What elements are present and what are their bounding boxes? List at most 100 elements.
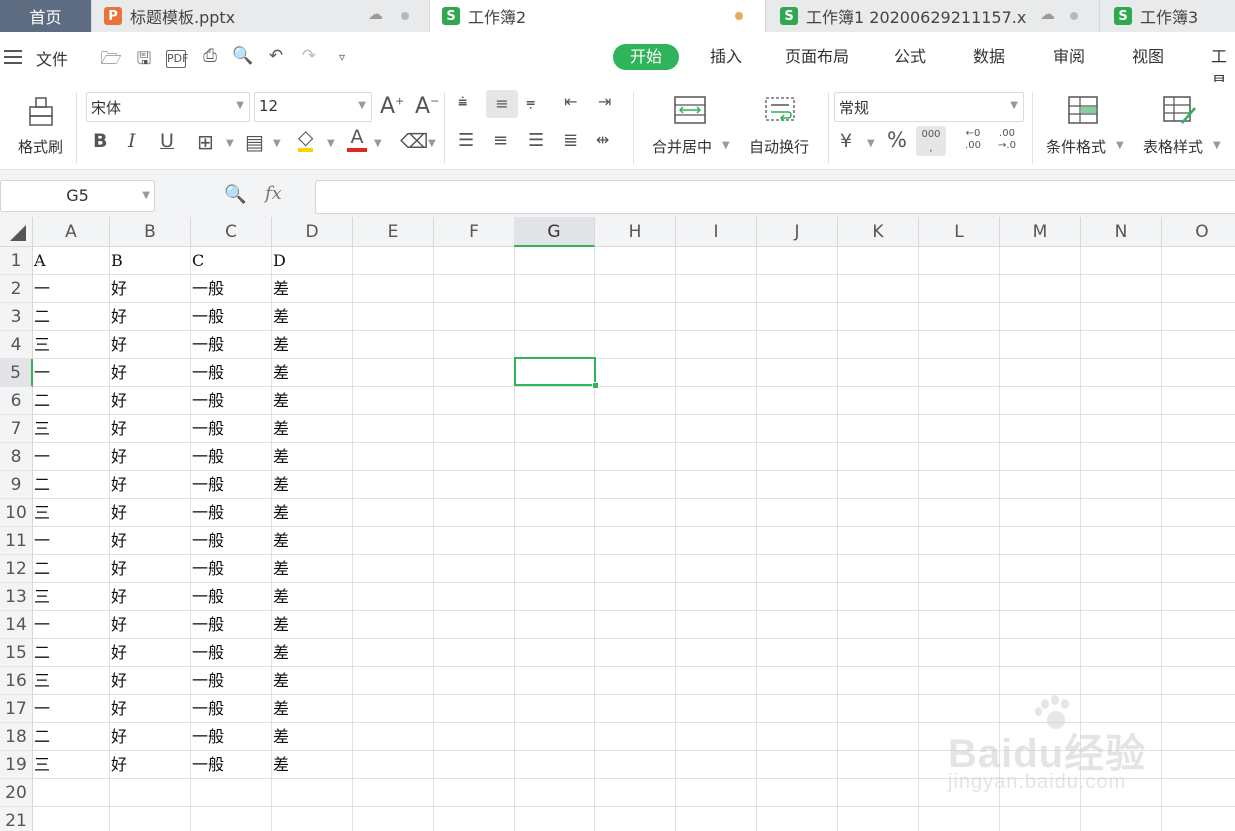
row-header-13[interactable]: 13 <box>0 583 33 611</box>
cell-d8[interactable]: 差 <box>272 443 353 471</box>
grow-font-icon[interactable]: A+ <box>380 94 404 119</box>
active-cell-selection[interactable] <box>514 357 599 389</box>
cell-a17[interactable]: 一 <box>33 695 110 723</box>
cell-m14[interactable] <box>1000 611 1081 639</box>
cell-m10[interactable] <box>1000 499 1081 527</box>
cell-n11[interactable] <box>1081 527 1162 555</box>
cell-h15[interactable] <box>595 639 676 667</box>
column-header-d[interactable]: D <box>272 217 353 247</box>
cell-a7[interactable]: 三 <box>33 415 110 443</box>
align-left-icon[interactable]: ☰ <box>458 130 474 151</box>
row-header-16[interactable]: 16 <box>0 667 33 695</box>
cell-e13[interactable] <box>353 583 434 611</box>
cell-h9[interactable] <box>595 471 676 499</box>
column-header-j[interactable]: J <box>757 217 838 247</box>
cell-m6[interactable] <box>1000 387 1081 415</box>
print-preview-icon[interactable]: 🔍 <box>232 46 254 66</box>
percent-button[interactable]: % <box>887 128 907 152</box>
cell-m7[interactable] <box>1000 415 1081 443</box>
cell-d12[interactable]: 差 <box>272 555 353 583</box>
cell-e11[interactable] <box>353 527 434 555</box>
cell-l1[interactable] <box>919 247 1000 275</box>
cell-j14[interactable] <box>757 611 838 639</box>
cell-m21[interactable] <box>1000 807 1081 831</box>
row-header-19[interactable]: 19 <box>0 751 33 779</box>
cell-k8[interactable] <box>838 443 919 471</box>
cell-d3[interactable]: 差 <box>272 303 353 331</box>
cell-m4[interactable] <box>1000 331 1081 359</box>
tab-pptx-template[interactable]: P 标题模板.pptx ☁ <box>92 0 430 32</box>
cell-e3[interactable] <box>353 303 434 331</box>
cell-k9[interactable] <box>838 471 919 499</box>
cell-e2[interactable] <box>353 275 434 303</box>
cell-f10[interactable] <box>434 499 515 527</box>
cell-c19[interactable]: 一般 <box>191 751 272 779</box>
cell-h17[interactable] <box>595 695 676 723</box>
print-icon[interactable]: ⎙ <box>199 46 221 66</box>
cell-h14[interactable] <box>595 611 676 639</box>
cell-j18[interactable] <box>757 723 838 751</box>
cell-g4[interactable] <box>514 331 595 359</box>
cell-a18[interactable]: 二 <box>33 723 110 751</box>
cell-a14[interactable]: 一 <box>33 611 110 639</box>
chevron-down-icon[interactable]: ▼ <box>374 138 382 149</box>
cell-n6[interactable] <box>1081 387 1162 415</box>
font-color-icon[interactable]: A <box>347 126 367 152</box>
cell-c17[interactable]: 一般 <box>191 695 272 723</box>
cell-l5[interactable] <box>919 359 1000 387</box>
row-header-5[interactable]: 5 <box>0 359 33 387</box>
cell-f15[interactable] <box>434 639 515 667</box>
cell-n14[interactable] <box>1081 611 1162 639</box>
cell-j12[interactable] <box>757 555 838 583</box>
eraser-icon[interactable]: ⌫ <box>400 129 428 153</box>
cell-g14[interactable] <box>514 611 595 639</box>
cell-j16[interactable] <box>757 667 838 695</box>
cell-o16[interactable] <box>1162 667 1235 695</box>
row-header-17[interactable]: 17 <box>0 695 33 723</box>
cell-l10[interactable] <box>919 499 1000 527</box>
cell-e7[interactable] <box>353 415 434 443</box>
cell-f5[interactable] <box>434 359 515 387</box>
cell-j2[interactable] <box>757 275 838 303</box>
row-header-2[interactable]: 2 <box>0 275 33 303</box>
cell-o3[interactable] <box>1162 303 1235 331</box>
row-header-14[interactable]: 14 <box>0 611 33 639</box>
cell-f3[interactable] <box>434 303 515 331</box>
cell-b9[interactable]: 好 <box>110 471 191 499</box>
cell-b4[interactable]: 好 <box>110 331 191 359</box>
cell-i5[interactable] <box>676 359 757 387</box>
cell-l14[interactable] <box>919 611 1000 639</box>
column-header-f[interactable]: F <box>434 217 515 247</box>
cell-b7[interactable]: 好 <box>110 415 191 443</box>
cell-n1[interactable] <box>1081 247 1162 275</box>
cell-c20[interactable] <box>191 779 272 807</box>
open-folder-icon[interactable]: 🗁 <box>100 46 122 75</box>
cell-b11[interactable]: 好 <box>110 527 191 555</box>
cell-h8[interactable] <box>595 443 676 471</box>
cell-a16[interactable]: 三 <box>33 667 110 695</box>
cell-j5[interactable] <box>757 359 838 387</box>
cell-b2[interactable]: 好 <box>110 275 191 303</box>
cell-a13[interactable]: 三 <box>33 583 110 611</box>
cell-d9[interactable]: 差 <box>272 471 353 499</box>
save-icon[interactable]: 🖫 <box>133 46 155 75</box>
cell-d20[interactable] <box>272 779 353 807</box>
cell-e18[interactable] <box>353 723 434 751</box>
cell-j6[interactable] <box>757 387 838 415</box>
cell-c11[interactable]: 一般 <box>191 527 272 555</box>
cell-d7[interactable]: 差 <box>272 415 353 443</box>
cell-h20[interactable] <box>595 779 676 807</box>
cell-o9[interactable] <box>1162 471 1235 499</box>
cell-e12[interactable] <box>353 555 434 583</box>
cell-f4[interactable] <box>434 331 515 359</box>
cell-j20[interactable] <box>757 779 838 807</box>
column-header-n[interactable]: N <box>1081 217 1162 247</box>
insert-function-button[interactable]: fx <box>265 183 282 204</box>
cell-d10[interactable]: 差 <box>272 499 353 527</box>
cell-a3[interactable]: 二 <box>33 303 110 331</box>
cell-f20[interactable] <box>434 779 515 807</box>
cell-h1[interactable] <box>595 247 676 275</box>
cell-d21[interactable] <box>272 807 353 831</box>
chevron-down-icon[interactable]: ▼ <box>428 138 436 149</box>
cell-f14[interactable] <box>434 611 515 639</box>
